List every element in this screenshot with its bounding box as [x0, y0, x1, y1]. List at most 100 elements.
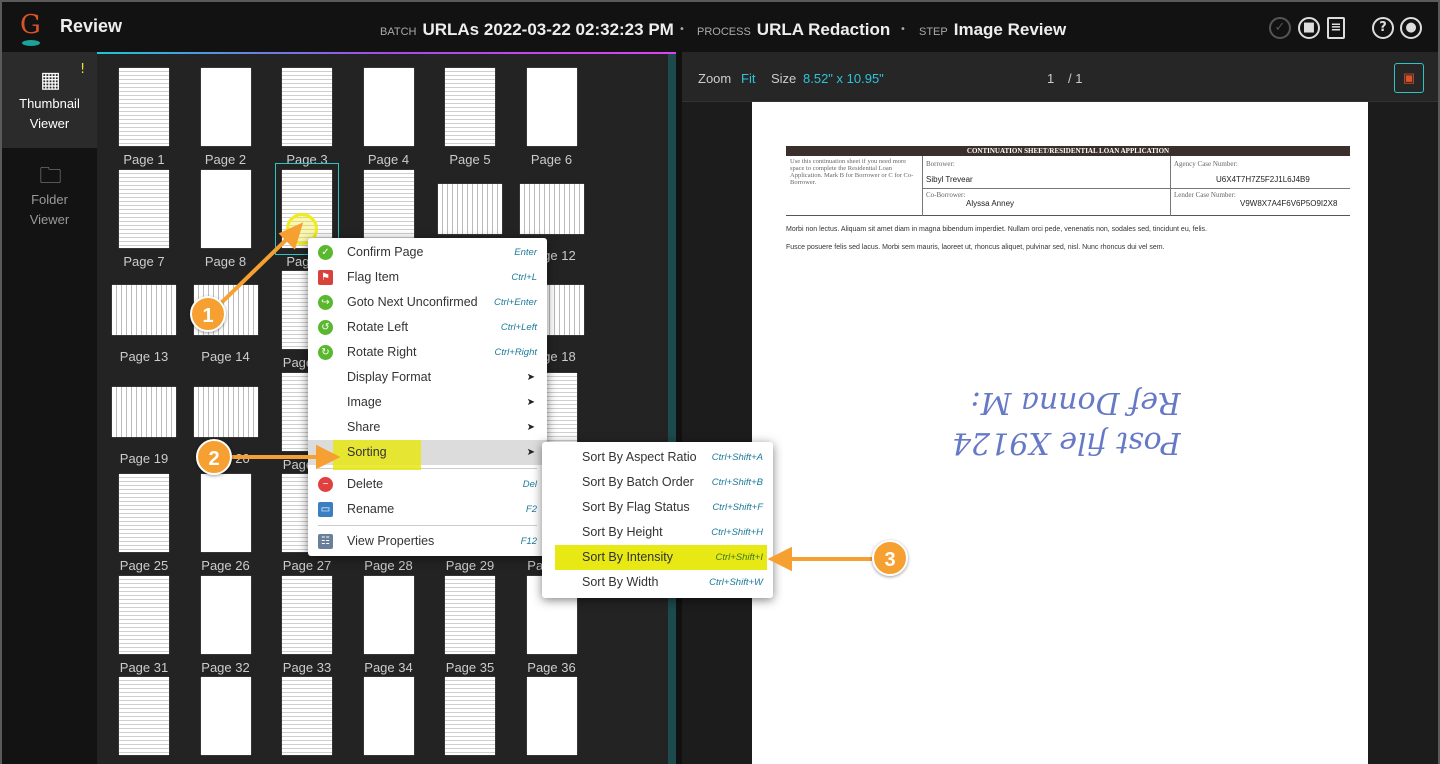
trash-icon[interactable]: ≡ — [1327, 17, 1345, 39]
chevron-right-icon: ➤ — [526, 372, 535, 383]
submenu-item-sort-by-height[interactable]: Sort By Height Ctrl+Shift+H — [542, 520, 773, 545]
image-options-button[interactable]: ▣ — [1394, 63, 1424, 93]
sidebar-item-folder-viewer[interactable]: 🗀 Folder Viewer — [2, 148, 97, 244]
thumbnail-item[interactable]: Page 19 — [104, 373, 184, 466]
sidebar-item-label: Thumbnail Viewer — [19, 96, 80, 131]
thumbnail-image[interactable] — [119, 169, 169, 248]
thumbnail-image[interactable] — [526, 68, 577, 146]
thumbnail-image[interactable] — [200, 68, 251, 146]
thumbnail-image[interactable] — [200, 575, 251, 654]
thumbnail-image[interactable] — [363, 575, 414, 654]
thumbnail-image[interactable] — [119, 474, 169, 552]
submenu-item-sort-by-intensity[interactable]: Sort By Intensity Ctrl+Shift+I — [555, 545, 767, 570]
menu-item-goto-next-unconfirmed[interactable]: ↪ Goto Next Unconfirmed Ctrl+Enter — [308, 290, 547, 315]
submenu-item-sort-by-batch-order[interactable]: Sort By Batch Order Ctrl+Shift+B — [542, 470, 773, 495]
thumbnail-image[interactable] — [200, 169, 251, 248]
sidebar-item-label: Folder Viewer — [29, 192, 70, 227]
thumbnail-image[interactable] — [363, 677, 414, 755]
thumbnail-item[interactable]: Page 35 — [430, 575, 510, 675]
thumbnail-item[interactable]: Page 40 — [349, 677, 429, 764]
thumbnail-label: Page 34 — [364, 659, 413, 675]
panel-splitter[interactable] — [668, 54, 676, 764]
thumbnail-item[interactable]: Page 4 — [349, 68, 429, 167]
thumbnail-image[interactable] — [119, 575, 169, 654]
thumbnail-image[interactable] — [119, 68, 169, 146]
thumbnail-image[interactable] — [445, 575, 495, 654]
menu-item-display-format[interactable]: Display Format ➤ — [308, 365, 547, 390]
menu-item-flag-item[interactable]: ⚑ Flag Item Ctrl+L — [308, 265, 547, 290]
thumbnail-label: Page 5 — [449, 152, 491, 167]
thumbnail-item[interactable]: Page 38 — [186, 677, 266, 764]
menu-item-label: Rotate Left — [347, 320, 409, 334]
thumbnail-item[interactable]: Page 6 — [512, 68, 592, 167]
thumbnail-item[interactable]: Page 41 — [430, 677, 510, 764]
thumbnail-item[interactable]: Page 2 — [186, 68, 266, 167]
step-value: Image Review — [953, 20, 1067, 39]
menu-item-label: Sort By Aspect Ratio — [582, 450, 697, 464]
menu-item-view-properties[interactable]: ☷ View Properties F12 — [308, 529, 547, 554]
thumbnail-item[interactable]: Page 8 — [186, 169, 266, 269]
menu-item-confirm-page[interactable]: ✓ Confirm Page Enter — [308, 240, 547, 265]
thumbnail-item[interactable]: Page 37 — [104, 677, 184, 764]
thumbnail-image[interactable] — [519, 183, 584, 234]
menu-item-share[interactable]: Share ➤ — [308, 415, 547, 440]
thumbnail-image[interactable] — [282, 575, 332, 654]
image-viewer: Zoom Fit Size 8.52" x 10.95" 1 / 1 ▣ CON… — [682, 52, 1438, 764]
agency-label: Agency Case Number: — [1174, 160, 1238, 168]
thumbnail-item[interactable]: Page 39 — [267, 677, 347, 764]
menu-item-sorting[interactable]: Sorting ➤ — [308, 440, 547, 470]
thumbnail-image[interactable] — [363, 169, 414, 248]
menu-item-delete[interactable]: − Delete Del — [308, 472, 547, 497]
warning-indicator: ! — [80, 62, 86, 77]
submenu-item-sort-by-aspect-ratio[interactable]: Sort By Aspect Ratio Ctrl+Shift+A — [542, 445, 773, 470]
menu-item-rename[interactable]: ▭ Rename F2 — [308, 497, 547, 522]
thumbnail-image[interactable] — [438, 183, 502, 234]
thumbnail-image[interactable] — [200, 474, 251, 552]
page-number-input[interactable]: 1 — [1047, 71, 1054, 86]
stop-icon[interactable]: ■ — [1298, 17, 1320, 39]
thumbnail-image[interactable] — [526, 677, 577, 755]
thumbnail-item[interactable]: Page 34 — [349, 575, 429, 675]
thumbnail-item[interactable]: Page 7 — [104, 169, 184, 269]
thumbnail-item[interactable]: Page 5 — [430, 68, 510, 167]
thumbnail-image[interactable] — [282, 677, 332, 755]
viewer-toolbar: Zoom Fit Size 8.52" x 10.95" 1 / 1 ▣ — [682, 52, 1438, 102]
size-value: 8.52" x 10.95" — [803, 71, 884, 86]
help-icon[interactable]: ? — [1372, 17, 1394, 39]
thumbnail-item[interactable]: Page 26 — [186, 474, 266, 573]
thumbnail-image[interactable] — [200, 677, 251, 755]
separator: • — [679, 24, 685, 35]
thumbnail-image[interactable] — [112, 386, 176, 437]
thumbnail-image[interactable] — [193, 386, 258, 437]
menu-item-rotate-left[interactable]: ↺ Rotate Left Ctrl+Left — [308, 315, 547, 340]
menu-item-image[interactable]: Image ➤ — [308, 390, 547, 415]
thumbnail-item[interactable]: Page 25 — [104, 474, 184, 573]
menu-item-label: Share — [347, 420, 381, 434]
user-avatar-icon[interactable]: ● — [1400, 17, 1422, 39]
thumbnail-image[interactable] — [363, 68, 414, 146]
submenu-item-sort-by-flag-status[interactable]: Sort By Flag Status Ctrl+Shift+F — [542, 495, 773, 520]
thumbnail-image[interactable] — [112, 285, 176, 335]
submenu-item-sort-by-width[interactable]: Sort By Width Ctrl+Shift+W — [542, 570, 773, 595]
batch-value: URLAs 2022-03-22 02:32:23 PM — [422, 20, 674, 39]
thumbnail-item[interactable]: Page 1 — [104, 68, 184, 167]
zoom-value[interactable]: Fit — [741, 71, 755, 86]
thumbnail-image[interactable] — [282, 68, 332, 146]
thumbnail-item[interactable]: Page 42 — [512, 677, 592, 764]
borrower-name: Sibyl Trevear — [926, 175, 973, 184]
thumbnail-image[interactable] — [445, 68, 495, 146]
thumbnail-image[interactable] — [119, 677, 169, 755]
thumbnail-item[interactable]: Page 31 — [104, 575, 184, 675]
thumbnail-image[interactable] — [445, 677, 495, 755]
thumbnail-item[interactable]: Page 13 — [104, 271, 184, 364]
menu-item-label: Sort By Height — [582, 525, 663, 539]
menu-item-rotate-right[interactable]: ↻ Rotate Right Ctrl+Right — [308, 340, 547, 365]
thumbnail-item[interactable]: Page 32 — [186, 575, 266, 675]
thumbnail-label: Page 29 — [445, 558, 495, 573]
lender-label: Lender Case Number: — [1174, 191, 1236, 199]
confirm-check-icon[interactable]: ✓ — [1269, 17, 1291, 39]
app-window: G Review BATCH URLAs 2022-03-22 02:32:23 … — [2, 2, 1438, 764]
thumbnail-item[interactable]: Page 33 — [267, 575, 347, 675]
thumbnail-item[interactable]: Page 3 — [267, 68, 347, 167]
borrower-label: Borrower: — [926, 160, 955, 168]
